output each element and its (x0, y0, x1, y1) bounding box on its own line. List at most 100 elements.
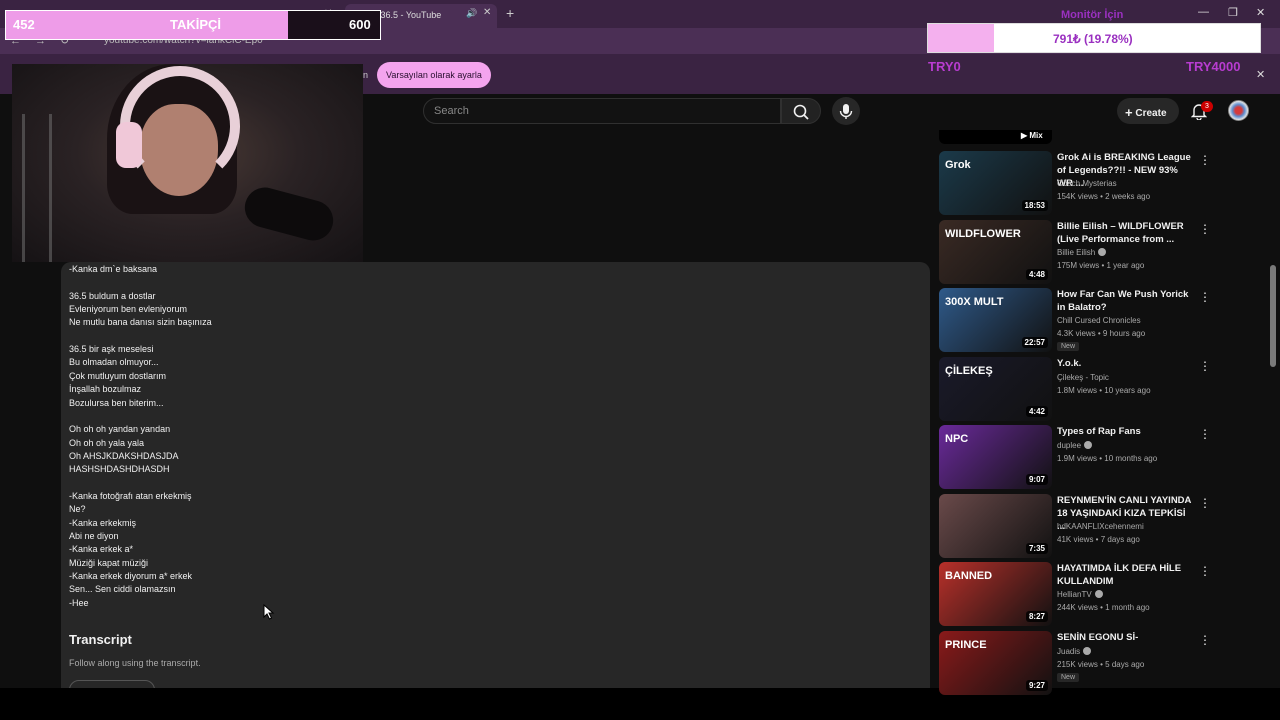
channel-name[interactable]: Chill Cursed Chronicles (1057, 316, 1141, 325)
video-thumbnail[interactable]: WILDFLOWER 4:48 (939, 219, 1052, 284)
speaker-icon[interactable]: 🔊 (466, 8, 477, 19)
video-title[interactable]: How Far Can We Push Yorick in Balatro? (1057, 288, 1195, 314)
video-thumbnail[interactable]: NPC 9:07 (939, 425, 1052, 489)
search-button[interactable] (781, 98, 821, 124)
more-options-icon[interactable]: ⋮ (1199, 564, 1211, 578)
related-video-item[interactable]: NPC 9:07 Types of Rap Fans duplee 1.9M views… (939, 425, 1259, 491)
lyric-line: Bu olmadan olmuyor... (69, 357, 159, 368)
more-options-icon[interactable]: ⋮ (1199, 222, 1211, 236)
notification-count-badge: 3 (1201, 101, 1213, 112)
video-channel[interactable]: Chill Cursed Chronicles (1057, 316, 1141, 325)
video-title[interactable]: Y.o.k. (1057, 357, 1195, 370)
lyric-line: -Hee (69, 597, 89, 608)
follower-current-count: 452 (13, 17, 35, 32)
follower-goal-label: TAKİPÇİ (170, 17, 222, 32)
video-meta: 1.8M views • 10 years ago (1057, 385, 1151, 395)
more-options-icon[interactable]: ⋮ (1199, 153, 1211, 167)
scrollbar[interactable] (1268, 94, 1280, 688)
video-title[interactable]: HAYATIMDA İLK DEFA HİLE KULLANDIM (1057, 562, 1195, 588)
lyric-line: İnşallah bozulmaz (69, 384, 142, 395)
thumbnail-text: BANNED (945, 570, 993, 582)
thumbnail-text: NPC (945, 433, 969, 445)
chair-shape (22, 114, 52, 262)
video-meta: 175M views • 1 year ago (1057, 260, 1145, 270)
related-video-item[interactable]: Grok 18:53 Grok Ai is BREAKING League of L… (939, 151, 1259, 217)
lyric-line: -Kanka erkek a* (69, 544, 134, 555)
create-button[interactable]: + Create (1117, 98, 1179, 124)
minimize-icon[interactable]: — (1198, 6, 1209, 18)
channel-name[interactable]: duplee (1057, 441, 1081, 450)
related-video-item[interactable]: WILDFLOWER 4:48 Billie Eilish – WILDFLOWER… (939, 219, 1259, 286)
scrollbar-thumb[interactable] (1270, 265, 1276, 367)
set-default-button[interactable]: Varsayılan olarak ayarla (377, 62, 491, 88)
verified-icon (1084, 441, 1093, 449)
close-icon[interactable]: ✕ (1256, 68, 1265, 81)
lyric-line: Oh oh oh yala yala (69, 437, 145, 448)
transcript-subtitle: Follow along using the transcript. (69, 658, 201, 668)
related-video-item[interactable]: BANNED 8:27 HAYATIMDA İLK DEFA HİLE KULLAN… (939, 562, 1259, 628)
related-video-item[interactable]: PRINCE 9:27 SENİN EGONU Sİ- Juadis 215K view… (939, 630, 1259, 697)
video-thumbnail[interactable]: PRINCE 9:27 (939, 630, 1052, 695)
voice-search-button[interactable] (832, 97, 860, 125)
video-channel[interactable]: hdKAANFLIXcehennemi (1057, 522, 1144, 531)
video-channel[interactable]: Juadis (1057, 646, 1092, 656)
lyric-line: HASHSHDASHDHASDH (69, 464, 170, 475)
close-icon[interactable]: ✕ (483, 7, 491, 18)
headset-earcup (116, 122, 142, 168)
more-options-icon[interactable]: ⋮ (1199, 359, 1211, 373)
channel-name[interactable]: Juadis (1057, 647, 1080, 656)
related-video-item[interactable]: 7:35 REYNMEN'İN CANLI YAYINDA 18 YAŞINDAK… (939, 493, 1259, 560)
lyric-line: 36.5 bir aşk meselesi (69, 344, 154, 355)
video-title[interactable]: Billie Eilish – WILDFLOWER (Live Perform… (1057, 220, 1195, 246)
video-thumbnail[interactable]: 7:35 (939, 493, 1052, 558)
new-badge: New (1057, 672, 1080, 682)
transcript-heading: Transcript (69, 632, 132, 647)
mouse-cursor-icon (263, 604, 275, 620)
avatar[interactable] (1228, 100, 1249, 121)
more-options-icon[interactable]: ⋮ (1199, 290, 1211, 304)
video-channel[interactable]: Billie Eilish (1057, 247, 1107, 257)
video-duration: 8:27 (1025, 611, 1048, 622)
thumbnail-text: ÇİLEKEŞ (945, 364, 993, 377)
more-options-icon[interactable]: ⋮ (1199, 496, 1211, 510)
video-meta: 41K views • 7 days ago (1057, 534, 1140, 544)
webcam-overlay (12, 64, 363, 262)
related-video-item[interactable]: ÇİLEKEŞ 4:42 Y.o.k. Çilekeş - Topic 1.8M vie… (939, 356, 1259, 423)
restore-icon[interactable]: ❐ (1228, 6, 1238, 19)
related-video-item[interactable]: 300X MULT 22:57 How Far Can We Push Yorick… (939, 288, 1259, 354)
follower-goal-fill (6, 11, 288, 39)
verified-icon (1083, 646, 1092, 655)
video-channel[interactable]: Çilekeş - Topic (1057, 373, 1109, 382)
thumbnail-text: Grok (945, 159, 971, 171)
video-meta: 244K views • 1 month ago (1057, 603, 1150, 612)
create-label: Create (1135, 108, 1167, 119)
donation-goal-min: TRY0 (928, 59, 961, 74)
follower-goal-target: 600 (349, 17, 371, 32)
video-channel[interactable]: duplee (1057, 441, 1093, 450)
search-icon (793, 104, 809, 120)
more-options-icon[interactable]: ⋮ (1199, 633, 1211, 647)
lyric-line: Müziği kapat müziği (69, 557, 149, 568)
video-thumbnail[interactable]: Grok 18:53 (939, 151, 1052, 215)
channel-name[interactable]: HellianTV (1057, 590, 1092, 599)
donation-goal-amount: 791₺ (19.78%) (1053, 32, 1133, 46)
video-duration: 22:57 (1021, 337, 1048, 348)
search-input[interactable]: Search (423, 98, 781, 124)
video-meta: 215K views • 5 days ago (1057, 659, 1145, 669)
video-thumbnail[interactable]: ÇİLEKEŞ 4:42 (939, 356, 1052, 421)
more-options-icon[interactable]: ⋮ (1199, 427, 1211, 441)
video-channel[interactable]: Coach Mysterias (1057, 179, 1117, 188)
video-title[interactable]: Types of Rap Fans (1057, 425, 1195, 438)
video-thumbnail[interactable]: BANNED 8:27 (939, 562, 1052, 626)
lyric-line: -Kanka fotoğrafı atan erkekmiş (69, 490, 192, 501)
video-channel[interactable]: HellianTV (1057, 590, 1103, 599)
video-thumbnail[interactable]: 300X MULT 22:57 (939, 288, 1052, 352)
channel-name[interactable]: hdKAANFLIXcehennemi (1057, 522, 1144, 531)
channel-name[interactable]: Billie Eilish (1057, 248, 1095, 257)
close-window-icon[interactable]: ✕ (1256, 6, 1265, 19)
lyric-line: Çok mutluyum dostlarım (69, 370, 167, 381)
video-title[interactable]: SENİN EGONU Sİ- (1057, 631, 1195, 644)
channel-name[interactable]: Coach Mysterias (1057, 179, 1117, 188)
new-tab-button[interactable]: + (506, 5, 514, 21)
channel-name[interactable]: Çilekeş - Topic (1057, 373, 1109, 382)
